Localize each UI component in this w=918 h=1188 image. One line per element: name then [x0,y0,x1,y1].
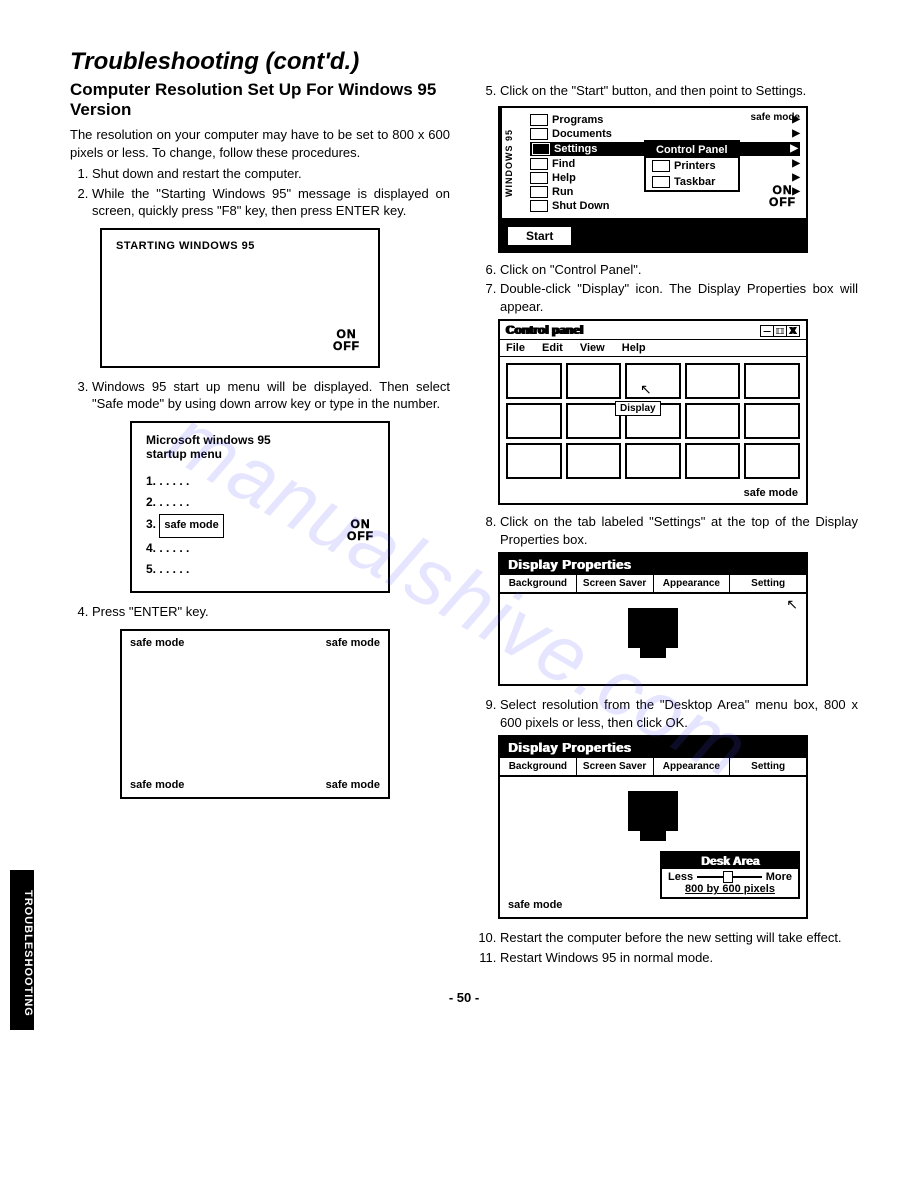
tab-background[interactable]: Background [500,758,577,775]
monitor-icon [628,608,678,648]
page-number: - 50 - [70,990,858,1005]
figure-start-menu: WINDOWS 95 safe mode Programs▶ Documents… [498,106,808,253]
page-title: Troubleshooting (cont'd.) [70,48,858,76]
fig2-item-3: 3. safe mode [146,514,374,538]
cp-icon[interactable] [625,363,681,399]
cp-menu-edit[interactable]: Edit [542,342,563,354]
fig2-item-5: 5. . . . . . [146,559,374,581]
figure-control-panel: Control panel –□X File Edit View Help [498,319,808,505]
safemode-br: safe mode [326,779,380,791]
cp-icon[interactable] [744,443,800,479]
cp-menu-view[interactable]: View [580,342,605,354]
step-1: Shut down and restart the computer. [92,165,450,183]
cp-icon[interactable] [685,403,741,439]
step-3: Windows 95 start up menu will be display… [92,378,450,413]
fig2-item-1: 1. . . . . . [146,471,374,493]
cp-title: Control panel [506,323,583,337]
menu-shutdown[interactable]: Shut Down [530,200,800,212]
cp-icon[interactable] [685,443,741,479]
figure-display-properties-1: Display Properties Background Screen Sav… [498,552,808,686]
windows-brand: WINDOWS 95 [500,108,524,218]
menu-documents[interactable]: Documents▶ [530,128,800,140]
tab-settings[interactable]: Setting [730,758,806,775]
tab-background[interactable]: Background [500,575,577,592]
monitor-icon [628,791,678,831]
on-off-icon: ONOFF [347,518,374,542]
resolution-slider[interactable] [697,876,762,878]
figure-startup-menu: Microsoft windows 95 startup menu 1. . .… [130,421,390,593]
intro-text: The resolution on your computer may have… [70,126,450,161]
side-tab: TROUBLESHOOTING [10,870,34,1030]
on-off-icon: ONOFF [769,184,796,208]
cp-icon[interactable] [566,363,622,399]
tab-screensaver[interactable]: Screen Saver [577,758,654,775]
settings-submenu: Control Panel Printers Taskbar [644,140,740,192]
desktop-area-box: Desk Area Less More 800 by 600 pixels [660,851,800,899]
step-5: Click on the "Start" button, and then po… [500,82,858,100]
resolution-value: 800 by 600 pixels [668,883,792,895]
cp-icon[interactable] [744,403,800,439]
cp-menu-help[interactable]: Help [622,342,646,354]
cp-display-label: Display [615,401,661,416]
slider-less: Less [668,871,693,883]
window-buttons[interactable]: –□X [761,323,800,337]
fig2-item-2: 2. . . . . . [146,492,374,514]
figure-safe-mode-screen: safe mode safe mode safe mode safe mode [120,629,390,799]
safemode-bl: safe mode [130,779,184,791]
cp-icon[interactable] [566,443,622,479]
step-8: Click on the tab labeled "Settings" at t… [500,513,858,548]
tab-screensaver[interactable]: Screen Saver [577,575,654,592]
deskarea-title: Desk Area [662,853,798,869]
cp-menu-file[interactable]: File [506,342,525,354]
safemode-tl: safe mode [130,637,184,649]
figure-display-properties-2: Display Properties Background Screen Sav… [498,735,808,919]
submenu-printers[interactable]: Printers [646,158,738,174]
tab-settings[interactable]: Setting [730,575,806,592]
start-button[interactable]: Start [506,225,573,247]
dp-safemode: safe mode [500,897,806,917]
step-11: Restart Windows 95 in normal mode. [500,949,858,967]
cursor-icon: ↖ [786,596,798,613]
fig2-title: Microsoft windows 95 startup menu [146,433,374,461]
cursor-icon: ↖ [640,381,652,398]
step-10: Restart the computer before the new sett… [500,929,858,947]
on-off-icon: ONOFF [333,328,360,352]
cp-icon[interactable] [625,443,681,479]
cp-icon[interactable] [506,443,562,479]
submenu-controlpanel[interactable]: Control Panel [646,142,738,158]
step-2: While the "Starting Windows 95" message … [92,185,450,220]
slider-more: More [766,871,792,883]
cp-icon[interactable] [685,363,741,399]
section-subtitle: Computer Resolution Set Up For Windows 9… [70,80,450,120]
figure-starting-windows: STARTING WINDOWS 95 ONOFF [100,228,380,368]
fig2-item-4: 4. . . . . . [146,538,374,560]
step-9: Select resolution from the "Desktop Area… [500,696,858,731]
dp-title: Display Properties [500,737,806,758]
cp-safemode: safe mode [500,485,806,503]
cp-icon[interactable] [566,403,622,439]
dp-title: Display Properties [500,554,806,575]
safe-mode-option: safe mode [159,514,223,538]
safemode-label: safe mode [751,112,800,123]
cp-icon[interactable] [744,363,800,399]
cp-icon[interactable] [506,403,562,439]
submenu-taskbar[interactable]: Taskbar [646,174,738,190]
safemode-tr: safe mode [326,637,380,649]
step-6: Click on "Control Panel". [500,261,858,279]
cp-icon[interactable] [506,363,562,399]
tab-appearance[interactable]: Appearance [654,758,731,775]
fig1-title: STARTING WINDOWS 95 [116,240,364,252]
step-4: Press "ENTER" key. [92,603,450,621]
tab-appearance[interactable]: Appearance [654,575,731,592]
step-7: Double-click "Display" icon. The Display… [500,280,858,315]
